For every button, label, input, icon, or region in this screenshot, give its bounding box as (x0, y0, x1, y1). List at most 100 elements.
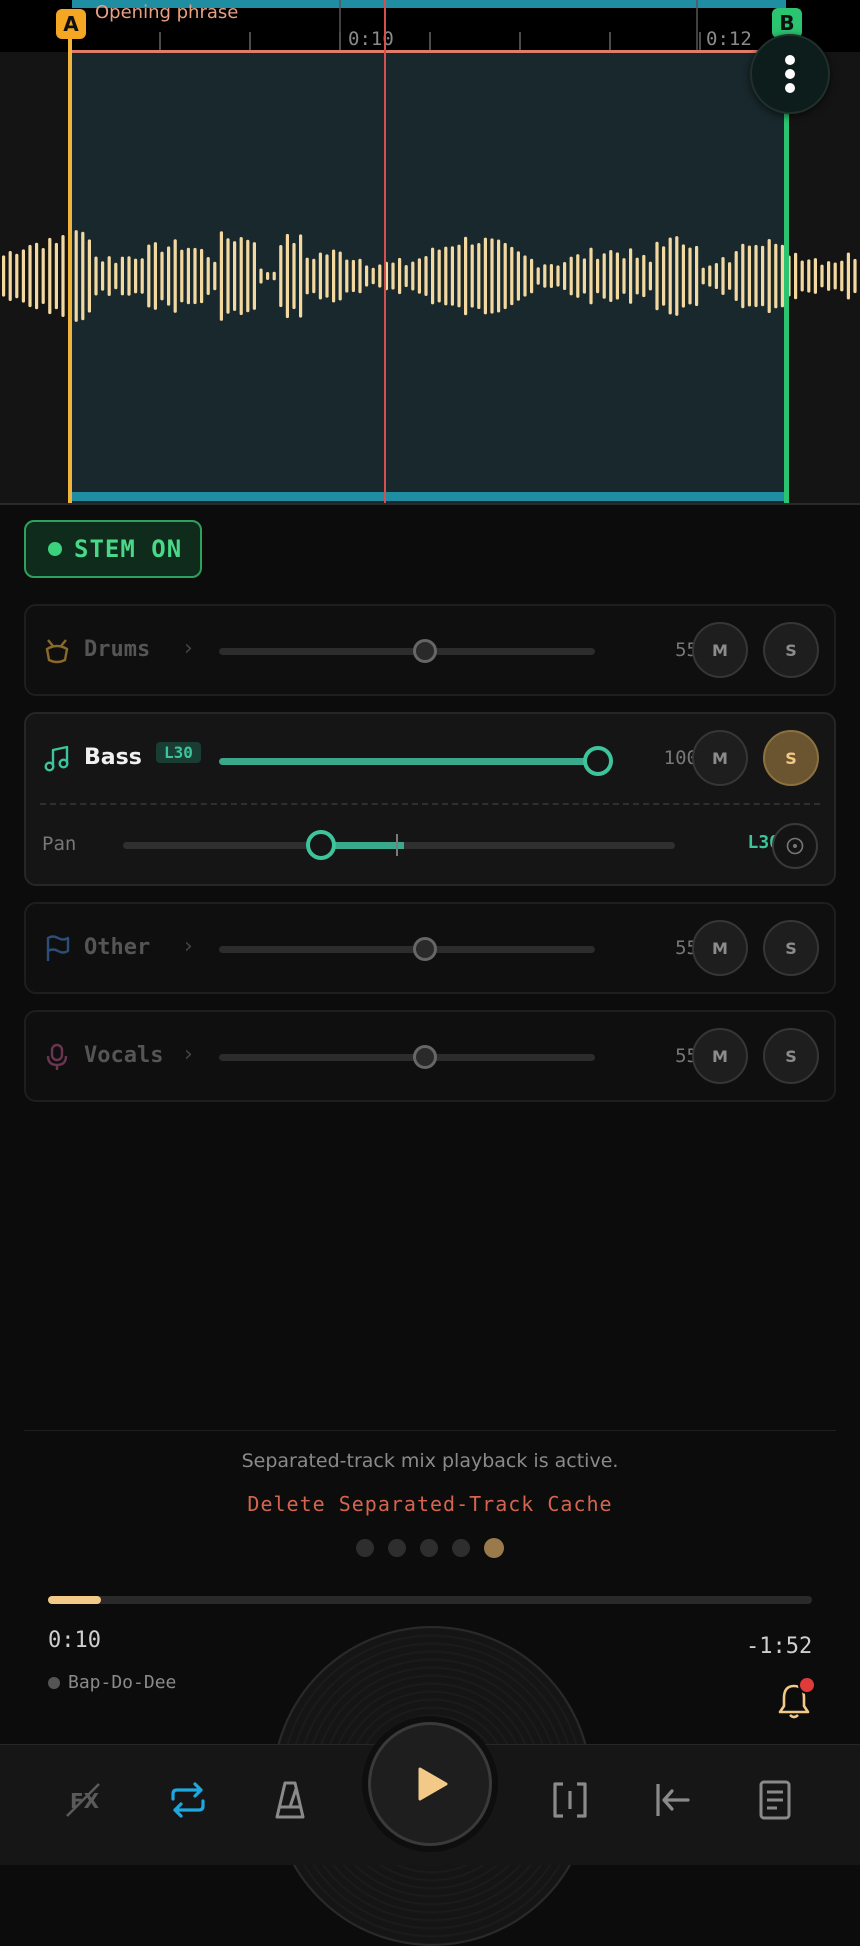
waveform-bar (200, 248, 204, 304)
waveform-bar (153, 242, 157, 310)
volume-slider[interactable] (219, 639, 595, 663)
volume-slider[interactable] (219, 1045, 595, 1069)
waveform-bar (48, 237, 52, 315)
more-options-button[interactable] (750, 34, 830, 114)
waveform-bar (675, 236, 679, 316)
solo-button[interactable]: S (763, 730, 819, 786)
volume-slider[interactable] (219, 746, 613, 776)
volume-slider-thumb[interactable] (413, 937, 437, 961)
page-dot-active[interactable] (484, 1538, 504, 1558)
solo-button[interactable]: S (763, 920, 819, 976)
marker-a-handle[interactable]: A (56, 9, 86, 39)
waveform-bar (140, 258, 144, 294)
page-dot[interactable] (388, 1539, 406, 1557)
waveform-bar (28, 244, 32, 308)
pan-slider-thumb[interactable] (306, 830, 336, 860)
waveform-bar (800, 260, 804, 292)
waveform-bar (193, 247, 197, 305)
volume-slider-thumb[interactable] (413, 639, 437, 663)
waveform-bar (167, 246, 171, 306)
waveform-bar (417, 258, 421, 294)
waveform-bar (391, 262, 395, 290)
music-note-icon (44, 745, 69, 772)
loop-bottom-bar (72, 492, 786, 501)
waveform-bar (134, 258, 138, 294)
waveform-bar (833, 262, 837, 290)
waveform-bar (563, 261, 567, 291)
waveform-bar (794, 252, 798, 300)
waveform-bar (754, 244, 758, 308)
chevron-right-icon[interactable]: › (184, 1042, 193, 1067)
solo-button[interactable]: S (763, 622, 819, 678)
page-dot[interactable] (356, 1539, 374, 1557)
waveform-bar (318, 252, 322, 300)
skip-to-start-icon (656, 1784, 690, 1816)
metronome-button[interactable] (265, 1775, 315, 1825)
waveform-bar (767, 238, 771, 314)
waveform-bar (450, 246, 454, 306)
pan-reset-button[interactable] (772, 823, 818, 869)
fx-button[interactable]: FX (58, 1775, 108, 1825)
waveform-bar (576, 254, 580, 298)
waveform-bar (503, 242, 507, 310)
pan-center-mark (396, 834, 398, 856)
solo-button[interactable]: S (763, 1028, 819, 1084)
text-cursor-button[interactable] (545, 1775, 595, 1825)
page-dot[interactable] (452, 1539, 470, 1557)
waveform-bar (444, 246, 448, 306)
waveform-bar (246, 239, 250, 313)
track-row-drums: Drums › 55 M S (24, 604, 836, 696)
waveform-bar (213, 261, 217, 291)
waveform-bar (648, 261, 652, 291)
notes-button[interactable] (750, 1775, 800, 1825)
playhead[interactable] (384, 0, 386, 503)
playback-progress-bar[interactable] (48, 1596, 812, 1604)
waveform-bar (701, 267, 705, 285)
waveform-bar (569, 256, 573, 296)
track-row-other: Other › 55 M S (24, 902, 836, 994)
waveform-bar (365, 265, 369, 287)
mute-button[interactable]: M (692, 622, 748, 678)
waveform-bar (371, 267, 375, 285)
waveform-bar (497, 239, 501, 313)
waveform-bar (470, 244, 474, 308)
loop-start-marker[interactable] (68, 14, 72, 503)
volume-slider-thumb[interactable] (413, 1045, 437, 1069)
waveform-bar (602, 253, 606, 299)
page-indicator[interactable] (356, 1538, 504, 1558)
waveform-bar (615, 252, 619, 300)
waveform-bar (761, 245, 765, 307)
waveform-bar (853, 258, 857, 294)
mute-button[interactable]: M (692, 730, 748, 786)
waveform-bar (305, 257, 309, 295)
waveform-bar (173, 239, 177, 313)
notification-button[interactable] (776, 1676, 816, 1720)
volume-slider[interactable] (219, 937, 595, 961)
waveform-bar (840, 260, 844, 292)
divider (24, 1430, 836, 1431)
delete-cache-link[interactable]: Delete Separated-Track Cache (0, 1492, 860, 1516)
waveform-bar (437, 249, 441, 303)
volume-slider-thumb[interactable] (583, 746, 613, 776)
repeat-button[interactable] (163, 1775, 213, 1825)
pan-slider[interactable] (123, 830, 675, 860)
play-button[interactable] (368, 1722, 492, 1846)
mute-button[interactable]: M (692, 1028, 748, 1084)
waveform-bar (219, 231, 223, 321)
chevron-right-icon[interactable]: › (184, 934, 193, 959)
waveform-bar (536, 267, 540, 285)
skip-to-start-button[interactable] (648, 1775, 698, 1825)
track-name: Other (84, 935, 151, 960)
waveform-bar (252, 242, 256, 310)
chevron-right-icon[interactable]: › (184, 636, 193, 661)
waveform-bar (312, 258, 316, 294)
waveform-bar (483, 237, 487, 315)
page-dot[interactable] (420, 1539, 438, 1557)
waveform-bar (596, 258, 600, 294)
drum-icon (45, 639, 69, 664)
mute-button[interactable]: M (692, 920, 748, 976)
waveform-bar (582, 258, 586, 294)
track-name: Vocals (84, 1043, 164, 1068)
stem-toggle-button[interactable]: STEM ON (24, 520, 202, 578)
waveform-panel[interactable]: 0:10 0:12 Opening phrase A B (0, 0, 860, 505)
